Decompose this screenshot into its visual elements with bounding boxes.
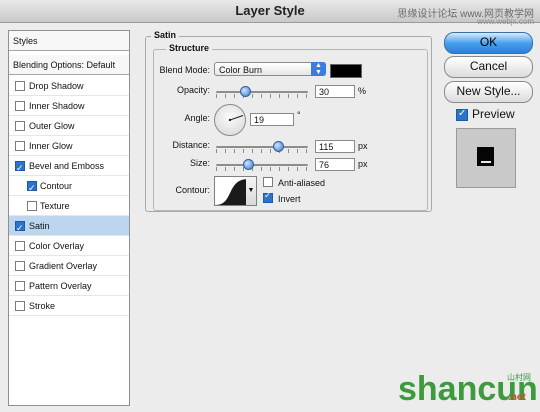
sidebar-item-label: Texture	[40, 201, 70, 211]
sidebar-item-label: Contour	[40, 181, 73, 191]
opacity-slider-knob[interactable]	[240, 86, 251, 97]
sidebar-item-label: Outer Glow	[29, 121, 75, 131]
cancel-button[interactable]: Cancel	[444, 56, 533, 78]
distance-slider-track[interactable]	[216, 146, 308, 148]
structure-group-title: Structure	[166, 43, 213, 53]
drop-shadow-checkbox[interactable]	[15, 81, 25, 91]
size-slider-track[interactable]	[216, 164, 308, 166]
styles-header[interactable]: Styles	[9, 31, 129, 51]
anti-aliased-label: Anti-aliased	[278, 178, 326, 188]
contour-curve-icon	[215, 179, 249, 205]
sidebar-item-inner-shadow[interactable]: Inner Shadow	[9, 96, 129, 116]
opacity-slider-track[interactable]	[216, 91, 308, 93]
size-unit: px	[358, 159, 368, 169]
satin-checkbox[interactable]	[15, 219, 25, 239]
sidebar-item-label: Stroke	[29, 301, 56, 311]
color-swatch[interactable]	[330, 64, 362, 78]
sidebar-item-label: Bevel and Emboss	[29, 161, 105, 171]
contour-label: Contour:	[175, 185, 210, 195]
angle-input[interactable]: 19	[250, 113, 294, 126]
contour-checkbox[interactable]	[27, 179, 37, 199]
sidebar-item-label: Gradient Overlay	[29, 261, 98, 271]
opacity-unit: %	[358, 86, 367, 96]
preview-checkbox[interactable]	[456, 108, 468, 121]
sidebar-item-outer-glow[interactable]: Outer Glow	[9, 116, 129, 136]
distance-input[interactable]: 115	[315, 140, 355, 153]
sidebar-item-label: Inner Glow	[29, 141, 73, 151]
sidebar-item-contour[interactable]: Contour	[9, 176, 129, 199]
sidebar-item-texture[interactable]: Texture	[9, 196, 129, 216]
anti-aliased-checkbox[interactable]	[263, 177, 273, 187]
angle-label: Angle:	[184, 113, 210, 123]
sidebar-item-bevel-and-emboss[interactable]: Bevel and Emboss	[9, 156, 129, 179]
sidebar-item-label: Drop Shadow	[29, 81, 84, 91]
distance-slider-ticks	[216, 149, 308, 153]
contour-curve-picker[interactable]	[214, 176, 250, 206]
gradient-overlay-checkbox[interactable]	[15, 261, 25, 271]
sidebar-item-label: Color Overlay	[29, 241, 85, 251]
opacity-slider-ticks	[216, 94, 308, 98]
preview-thumbnail-highlight	[481, 161, 491, 163]
sidebar-item-label: Pattern Overlay	[29, 281, 92, 291]
blend-mode-label: Blend Mode:	[159, 65, 210, 75]
watermark-logo-cn: 山村网	[507, 373, 531, 382]
pattern-overlay-checkbox[interactable]	[15, 281, 25, 291]
opacity-input[interactable]: 30	[315, 85, 355, 98]
size-slider-ticks	[216, 167, 308, 171]
opacity-label: Opacity:	[176, 85, 210, 95]
watermark-logo-net: .net	[508, 392, 526, 403]
select-arrows-icon[interactable]: ▲ ▼	[311, 62, 326, 76]
blend-mode-select[interactable]: Color Burn	[214, 62, 326, 76]
distance-unit: px	[358, 141, 368, 151]
bevel-and-emboss-checkbox[interactable]	[15, 159, 25, 179]
texture-checkbox[interactable]	[27, 201, 37, 211]
sidebar-item-stroke[interactable]: Stroke	[9, 296, 129, 316]
ok-button[interactable]: OK	[444, 32, 533, 54]
styles-list: Styles Blending Options: Default Drop Sh…	[8, 30, 130, 406]
preview-label: Preview	[472, 107, 515, 121]
invert-checkbox[interactable]	[263, 191, 273, 203]
angle-dial-needle-icon	[228, 115, 244, 122]
distance-label: Distance:	[172, 140, 210, 150]
inner-glow-checkbox[interactable]	[15, 141, 25, 151]
sidebar-item-gradient-overlay[interactable]: Gradient Overlay	[9, 256, 129, 276]
sidebar-item-satin[interactable]: Satin	[9, 216, 129, 239]
invert-label: Invert	[278, 194, 301, 204]
sidebar-item-label: Inner Shadow	[29, 101, 85, 111]
angle-dial[interactable]	[214, 104, 246, 136]
color-overlay-checkbox[interactable]	[15, 241, 25, 251]
blending-options-header[interactable]: Blending Options: Default	[9, 55, 129, 75]
size-label: Size:	[189, 158, 210, 168]
preview-thumbnail-shape	[477, 147, 494, 166]
inner-shadow-checkbox[interactable]	[15, 101, 25, 111]
sidebar-item-inner-glow[interactable]: Inner Glow	[9, 136, 129, 156]
sidebar-item-color-overlay[interactable]: Color Overlay	[9, 236, 129, 256]
outer-glow-checkbox[interactable]	[15, 121, 25, 131]
watermark-url: www.webjx.com	[477, 17, 534, 26]
satin-panel-title: Satin	[151, 30, 180, 40]
sidebar-item-drop-shadow[interactable]: Drop Shadow	[9, 76, 129, 96]
sidebar-item-pattern-overlay[interactable]: Pattern Overlay	[9, 276, 129, 296]
sidebar-item-label: Satin	[29, 221, 50, 231]
contour-dropdown-arrow-icon[interactable]: ▼	[246, 176, 257, 206]
stroke-checkbox[interactable]	[15, 301, 25, 311]
size-slider-knob[interactable]	[243, 159, 254, 170]
new-style-button[interactable]: New Style...	[444, 81, 533, 103]
angle-unit: °	[297, 110, 301, 120]
distance-slider-knob[interactable]	[273, 141, 284, 152]
size-input[interactable]: 76	[315, 158, 355, 171]
